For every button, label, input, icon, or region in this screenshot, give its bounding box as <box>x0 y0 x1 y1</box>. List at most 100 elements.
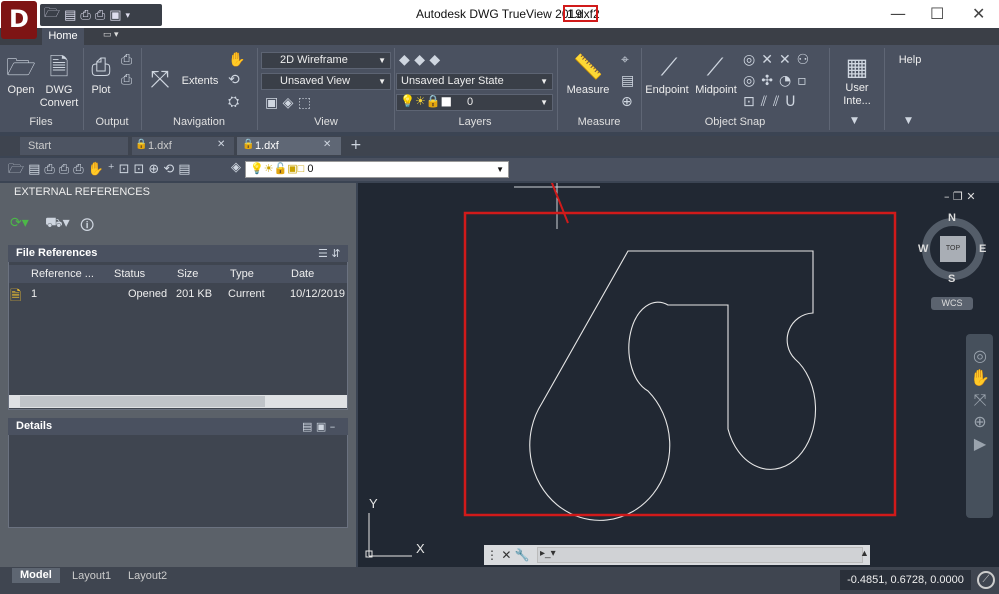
layers-panel-title: Layers <box>458 116 492 128</box>
row-size: 201 KB <box>176 288 213 300</box>
viewcube-top-face[interactable]: TOP <box>940 236 966 262</box>
navbar-icons[interactable]: ◎ ✋ ⤧ ⊕ ▶ <box>970 345 990 455</box>
osnap-row-2-icons[interactable]: ◎✣◔▫ <box>743 73 813 89</box>
details-view-icons[interactable]: ▤ ▣ – <box>302 420 335 433</box>
save-icon[interactable]: ▤ <box>64 7 76 23</box>
details-header: Details <box>8 418 348 435</box>
open-icon[interactable]: 🗁 <box>6 54 36 80</box>
visual-style-dropdown[interactable]: 2D Wireframe ▼ <box>261 52 391 69</box>
pan-icon[interactable]: ✋ <box>228 52 245 68</box>
batch-plot-icon[interactable]: ⎙ <box>121 52 132 68</box>
customize-dropdown-icon[interactable]: ▾ <box>126 10 131 21</box>
dwg-convert-label-2[interactable]: Convert <box>38 97 80 110</box>
layer-state-dropdown[interactable]: Unsaved Layer State ▼ <box>396 73 553 90</box>
layer-tool-icon[interactable]: ◈ <box>231 160 241 175</box>
column-header-date[interactable]: Date <box>291 268 314 280</box>
command-input[interactable] <box>537 547 863 563</box>
tab-home[interactable]: Home <box>42 28 84 45</box>
new-tab-icon[interactable]: + <box>350 137 362 153</box>
scrollbar-thumb[interactable] <box>20 396 265 407</box>
plot-button[interactable]: Plot <box>86 84 116 97</box>
ucs-x-label: X <box>416 541 425 556</box>
palette-title: EXTERNAL REFERENCES <box>14 186 150 198</box>
app-logo-icon[interactable]: D <box>1 1 37 39</box>
preview-icon[interactable]: ▣ <box>109 7 121 23</box>
dwg-convert-icon[interactable]: 🗎 <box>44 54 74 80</box>
ribbon-tab-bar <box>0 28 999 45</box>
layer-properties-icon[interactable]: ◆ ◆ ◆ <box>399 52 440 68</box>
chevron-down-icon: ▼ <box>378 77 386 86</box>
toolbar-icons[interactable]: 🗁▤⎙⎙⎙✋⁺⊡⊡⊕⟲▤ <box>8 160 195 182</box>
drawing-file-icon: 🗎 <box>10 288 22 304</box>
layer-combo[interactable]: 💡☀🔓▣□ 0 ▼ <box>245 161 509 178</box>
help-icon[interactable]: 🛈 <box>80 215 94 239</box>
ribbon-options-icon[interactable]: ▭ ▾ <box>103 29 119 40</box>
layout-tab-layout2[interactable]: Layout2 <box>122 569 173 583</box>
highlight-rectangle <box>463 211 897 517</box>
plot-icon[interactable]: ⎙ <box>86 54 116 80</box>
refresh-icon[interactable]: ⟳▾ <box>10 215 29 231</box>
coordinates-readout[interactable]: -0.4851, 0.6728, 0.0000 <box>840 570 971 590</box>
folder-open-icon[interactable]: 🗁 <box>44 4 60 26</box>
steering-wheel-icon[interactable]: ⛭ <box>228 94 239 110</box>
command-line-controls[interactable]: ⋮ ✕ 🔧 <box>486 548 534 562</box>
list-view-icon[interactable]: ☰ ⇵ <box>318 247 341 260</box>
chevron-down-icon[interactable]: ▼ <box>905 116 912 126</box>
chevron-down-icon: ▼ <box>496 165 504 174</box>
layout-tab-layout1[interactable]: Layout1 <box>66 569 117 583</box>
row-name[interactable]: 1 <box>31 288 37 300</box>
measure-icon[interactable]: 📏 <box>573 54 603 80</box>
dwg-convert-label-1[interactable]: DWG <box>38 84 80 97</box>
viewport-window-controls[interactable]: – ❐ ✕ <box>944 190 976 203</box>
compass-west[interactable]: W <box>918 243 928 255</box>
osnap-row-1-icons[interactable]: ◎✕✕⚇ <box>743 52 815 68</box>
layer-state-icons: 💡☀🔒■ <box>400 94 452 108</box>
compass-east[interactable]: E <box>979 243 986 255</box>
extents-icon[interactable]: ⤧ <box>146 66 174 92</box>
user-interface-icon[interactable]: ▦ <box>842 54 872 80</box>
endpoint-icon[interactable]: ⟋ <box>654 54 684 80</box>
close-tab-icon[interactable]: ✕ <box>217 139 225 150</box>
output-panel-title: Output <box>95 116 129 128</box>
named-view-dropdown[interactable]: Unsaved View ▼ <box>261 73 391 90</box>
minimize-icon[interactable]: — <box>890 4 906 23</box>
compass-south[interactable]: S <box>948 273 955 285</box>
ucs-y-label: Y <box>369 496 378 511</box>
view-panel-title: View <box>314 116 338 128</box>
column-header-status[interactable]: Status <box>114 268 145 280</box>
ucs-menu-button[interactable]: WCS <box>931 297 973 310</box>
close-tab-icon[interactable]: ✕ <box>323 139 331 150</box>
customize-status-icon[interactable]: ⟋ <box>977 571 995 589</box>
preview-icon[interactable]: ⎙ <box>121 72 132 88</box>
layer-state-icons: 💡☀🔓▣□ <box>250 163 305 175</box>
midpoint-icon[interactable]: ⟋ <box>700 54 730 80</box>
quick-access-toolbar: 🗁 ▤ ⎙ ⎙ ▣ ▾ <box>40 4 162 26</box>
view-cube-icon[interactable]: ▣ ◈ ⬚ <box>265 95 311 111</box>
command-history-icon[interactable]: ▲ <box>860 548 869 558</box>
open-button[interactable]: Open <box>4 84 38 97</box>
column-header-reference[interactable]: Reference ... <box>31 268 94 280</box>
row-date: 10/12/2019 2 <box>290 288 347 300</box>
attach-icon[interactable]: ⛟▾ <box>45 215 70 233</box>
chevron-down-icon: ▼ <box>378 56 386 65</box>
user-interface-button[interactable]: User Inte... <box>832 82 882 108</box>
layout-tab-model[interactable]: Model <box>12 568 60 583</box>
endpoint-button[interactable]: Endpoint <box>643 84 691 97</box>
help-button[interactable]: Help <box>890 54 930 67</box>
midpoint-button[interactable]: Midpoint <box>692 84 740 97</box>
extents-button[interactable]: Extents <box>176 75 224 88</box>
maximize-icon[interactable]: ☐ <box>930 4 944 23</box>
batch-plot-icon[interactable]: ⎙ <box>95 7 105 23</box>
print-icon[interactable]: ⎙ <box>80 7 90 23</box>
osnap-row-3-icons[interactable]: ⊡⫽⫽ᑌ <box>743 94 801 110</box>
chevron-down-icon: ▼ <box>540 77 548 86</box>
compass-north[interactable]: N <box>948 212 956 224</box>
column-header-size[interactable]: Size <box>177 268 198 280</box>
close-icon[interactable]: ✕ <box>972 4 985 23</box>
highlight-arrow-line <box>550 183 569 224</box>
tab-start[interactable]: Start <box>20 137 128 155</box>
chevron-down-icon[interactable]: ▼ <box>851 116 858 126</box>
column-header-type[interactable]: Type <box>230 268 254 280</box>
navigation-panel-title: Navigation <box>173 116 225 128</box>
orbit-icon[interactable]: ⟲ <box>228 72 240 88</box>
